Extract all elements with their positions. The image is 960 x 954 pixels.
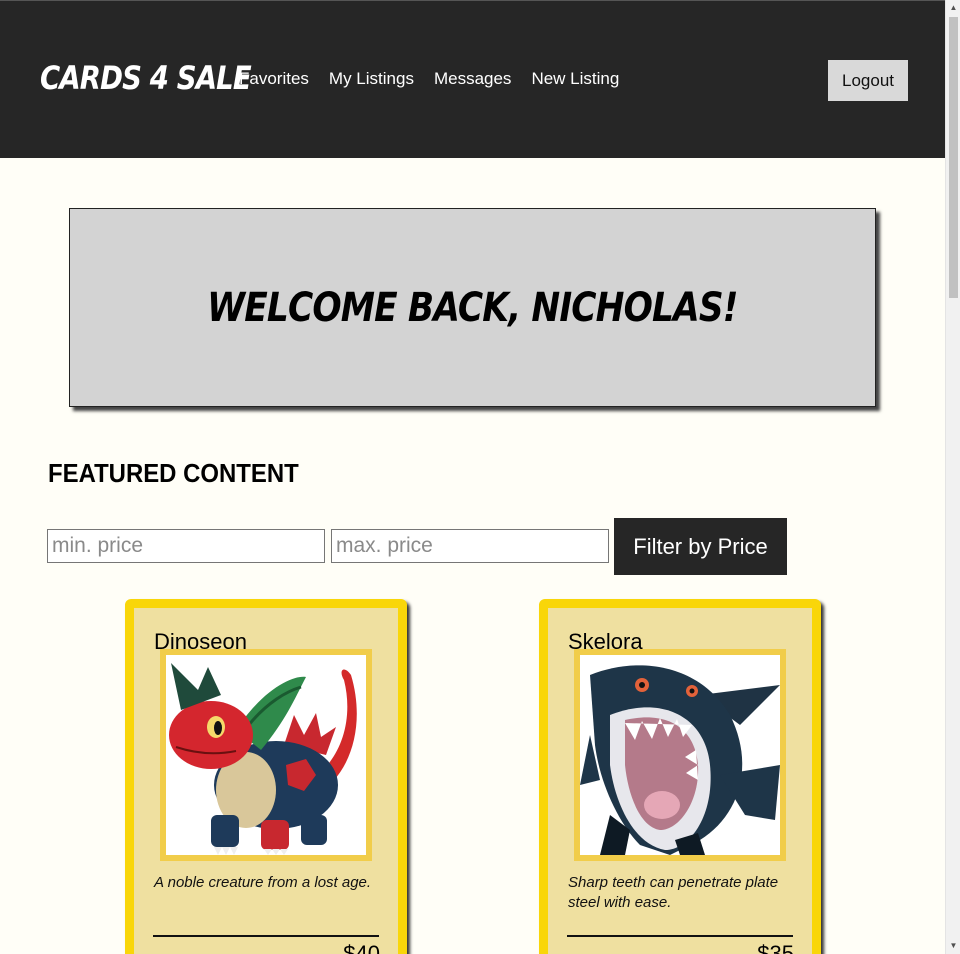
max-price-input[interactable] xyxy=(331,529,609,563)
card-price: $40 xyxy=(343,941,380,954)
filter-by-price-button[interactable]: Filter by Price xyxy=(614,518,787,575)
dinoseon-creature-icon xyxy=(169,663,357,855)
scrollbar-thumb[interactable] xyxy=(949,17,958,298)
min-price-input[interactable] xyxy=(47,529,325,563)
nav-new-listing[interactable]: New Listing xyxy=(531,69,619,89)
skelora-creature-icon xyxy=(580,665,780,855)
nav-messages[interactable]: Messages xyxy=(434,69,511,89)
card-price: $35 xyxy=(757,941,794,954)
card-divider xyxy=(567,935,793,937)
page: CARDS 4 SALE Favorites My Listings Messa… xyxy=(0,0,945,954)
scroll-down-arrow-icon[interactable]: ▼ xyxy=(946,938,960,954)
card-description: A noble creature from a lost age. xyxy=(154,874,372,891)
main-nav: Favorites My Listings Messages New Listi… xyxy=(239,69,619,89)
listing-card[interactable]: Dinoseon A noble creature from a lost ag… xyxy=(125,599,407,954)
card-image-frame xyxy=(574,649,786,861)
top-navbar: CARDS 4 SALE Favorites My Listings Messa… xyxy=(0,0,945,158)
logout-button[interactable]: Logout xyxy=(828,60,908,101)
brand-logo[interactable]: CARDS 4 SALE xyxy=(40,59,252,97)
welcome-banner: Welcome back, Nicholas! xyxy=(69,208,876,407)
featured-heading: FEATURED CONTENT xyxy=(48,458,299,488)
card-divider xyxy=(153,935,379,937)
scroll-up-arrow-icon[interactable]: ▲ xyxy=(946,0,960,16)
card-image-frame xyxy=(160,649,372,861)
welcome-message: Welcome back, Nicholas! xyxy=(207,284,738,331)
nav-my-listings[interactable]: My Listings xyxy=(329,69,414,89)
vertical-scrollbar[interactable]: ▲ ▼ xyxy=(945,0,960,954)
listing-card[interactable]: Skelora Sharp teeth can penetrate plate … xyxy=(539,599,821,954)
card-description: Sharp teeth can penetrate plate steel wi… xyxy=(568,874,779,911)
nav-favorites[interactable]: Favorites xyxy=(239,69,309,89)
